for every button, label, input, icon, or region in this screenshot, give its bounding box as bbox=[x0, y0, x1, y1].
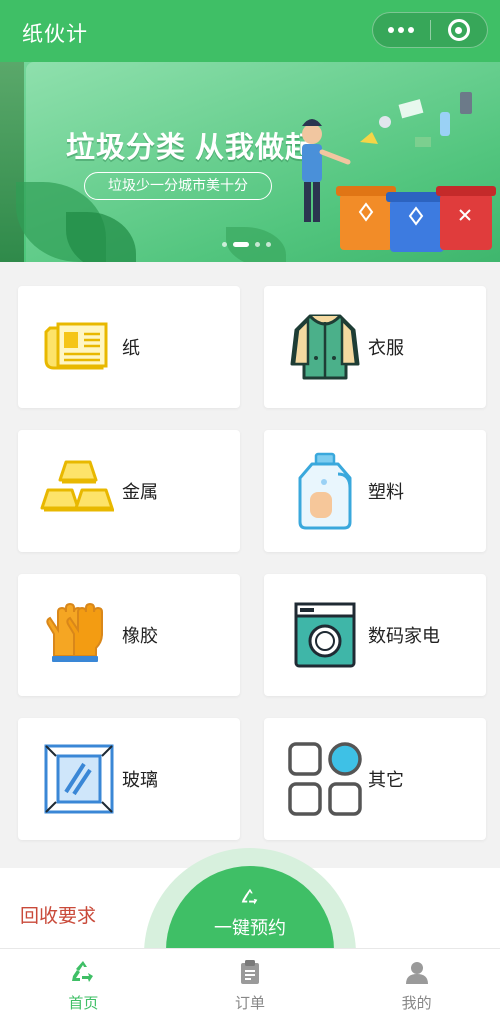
miniprogram-capsule bbox=[372, 12, 488, 48]
category-card-others[interactable]: 其它 bbox=[264, 718, 486, 840]
recycle-icon bbox=[241, 888, 258, 905]
category-label: 金属 bbox=[122, 482, 158, 502]
category-label: 其它 bbox=[368, 770, 404, 790]
glass-icon bbox=[44, 744, 114, 814]
tab-profile[interactable]: 我的 bbox=[333, 949, 500, 1017]
clothes-icon bbox=[290, 314, 360, 380]
others-grid-icon bbox=[288, 742, 362, 816]
banner-prev-slide-peek bbox=[0, 62, 24, 262]
recycle-icon bbox=[72, 961, 94, 982]
target-icon bbox=[447, 19, 470, 41]
tab-label: 首页 bbox=[68, 995, 99, 1012]
category-label: 塑料 bbox=[368, 482, 404, 502]
tab-orders[interactable]: 订单 bbox=[167, 949, 334, 1017]
rubber-gloves-icon bbox=[46, 602, 103, 662]
category-card-paper[interactable]: 纸 bbox=[18, 286, 240, 408]
more-button[interactable] bbox=[373, 13, 430, 47]
recycling-bins-illustration bbox=[302, 92, 496, 252]
category-label: 纸 bbox=[122, 338, 140, 358]
tab-label: 我的 bbox=[401, 995, 432, 1012]
close-button[interactable] bbox=[431, 13, 488, 47]
newspaper-icon bbox=[44, 322, 108, 370]
banner-subslogan: 垃圾少一分城市美十分 bbox=[84, 172, 272, 200]
category-card-clothes[interactable]: 衣服 bbox=[264, 286, 486, 408]
category-label: 衣服 bbox=[368, 338, 404, 358]
category-card-glass[interactable]: 玻璃 bbox=[18, 718, 240, 840]
banner-slogan: 垃圾分类 从我做起 bbox=[66, 132, 316, 164]
bottom-tab-bar: 首页 订单 我的 bbox=[0, 948, 500, 1017]
leaf-decoration bbox=[66, 212, 136, 262]
tab-home[interactable]: 首页 bbox=[0, 949, 167, 1017]
indicator-dot bbox=[255, 242, 260, 247]
banner-carousel[interactable]: 垃圾分类 从我做起 垃圾少一分城市美十分 bbox=[0, 62, 500, 262]
category-card-metal[interactable]: 金属 bbox=[18, 430, 240, 552]
tab-label: 订单 bbox=[235, 995, 266, 1012]
indicator-dot bbox=[222, 242, 227, 247]
user-icon bbox=[405, 962, 428, 984]
washing-machine-icon bbox=[294, 602, 356, 668]
app-header: 纸伙计 bbox=[0, 0, 500, 62]
category-card-plastic[interactable]: 塑料 bbox=[264, 430, 486, 552]
book-button-label: 一键预约 bbox=[214, 918, 286, 938]
plastic-bottle-icon bbox=[298, 452, 352, 530]
category-card-electronics[interactable]: 数码家电 bbox=[264, 574, 486, 696]
requirements-title: 回收要求 bbox=[20, 906, 97, 927]
gold-bars-icon bbox=[40, 460, 114, 512]
indicator-dot bbox=[266, 242, 271, 247]
carousel-indicator bbox=[222, 242, 271, 247]
indicator-dot-active bbox=[233, 242, 249, 247]
category-label: 数码家电 bbox=[368, 626, 440, 646]
more-dots-icon bbox=[388, 27, 415, 33]
category-label: 橡胶 bbox=[122, 626, 158, 646]
category-grid: 纸 衣服 金属 塑料 橡胶 数码家电 玻璃 其它 bbox=[0, 262, 500, 868]
app-title: 纸伙计 bbox=[22, 23, 88, 46]
category-card-rubber[interactable]: 橡胶 bbox=[18, 574, 240, 696]
clipboard-icon bbox=[241, 960, 259, 984]
category-label: 玻璃 bbox=[122, 770, 158, 790]
